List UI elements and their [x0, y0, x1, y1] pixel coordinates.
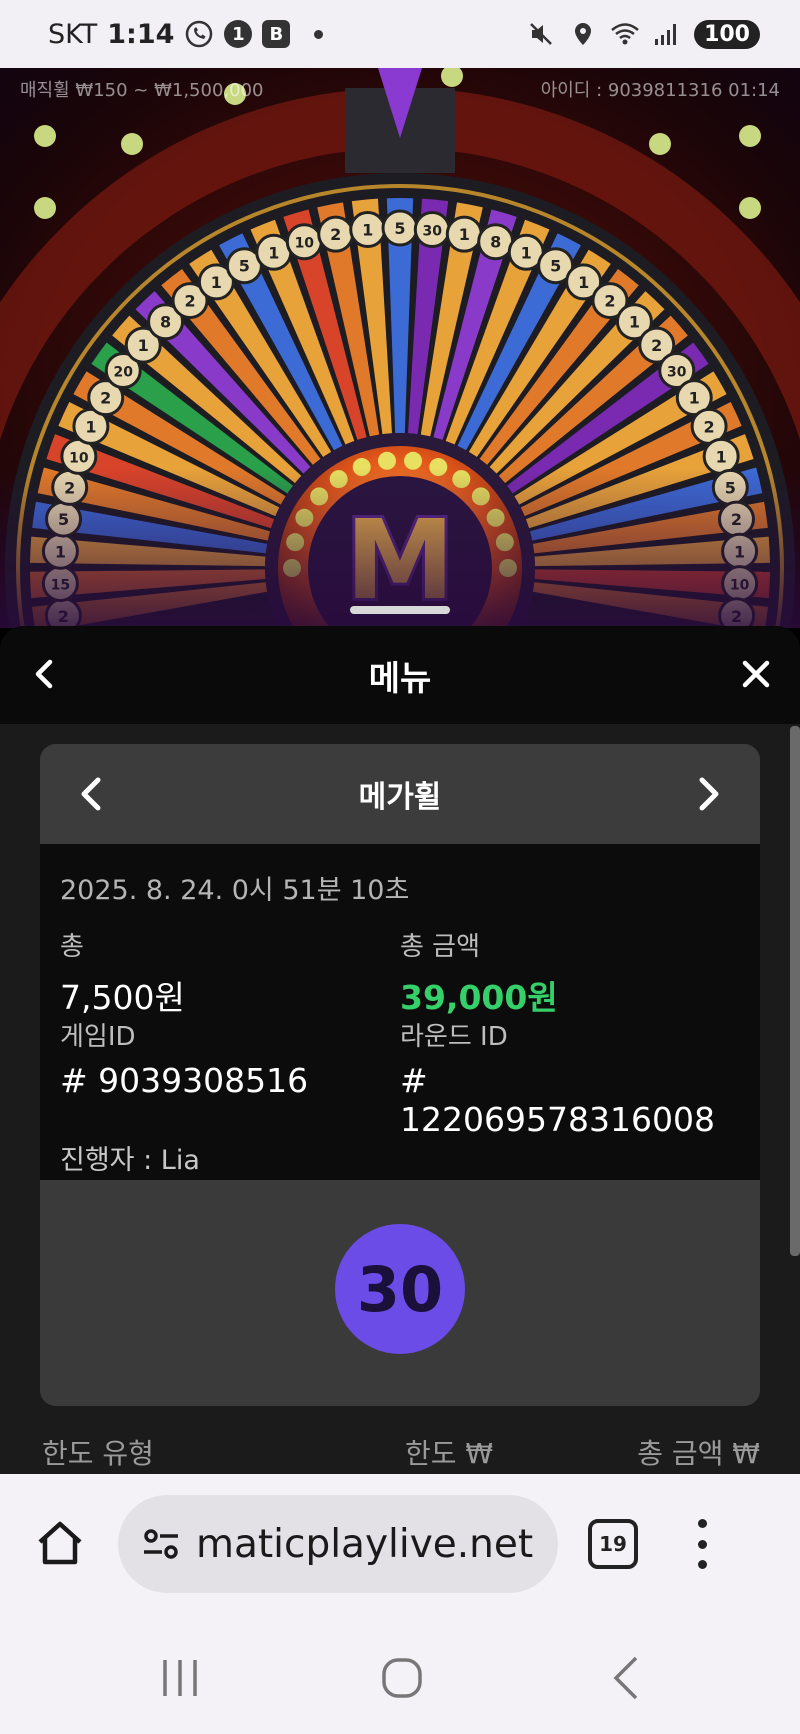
history-nav: 메가휠 — [40, 744, 760, 844]
site-settings-icon[interactable] — [138, 1521, 184, 1567]
total-bet-value: 7,500원 — [60, 978, 185, 1017]
limit-type-header: 한도 유형 — [42, 1437, 154, 1470]
wheel-segment-label: 1 — [689, 389, 700, 408]
bet-range-label: 매직휠 ₩150 ~ ₩1,500,000 — [20, 80, 264, 101]
wheel-segment-label: 30 — [667, 364, 687, 380]
wheel-segment-label: 5 — [394, 219, 405, 238]
wheel-segment-label: 20 — [114, 364, 134, 380]
game-id-label: 게임ID — [60, 1022, 136, 1052]
previous-round-chevron-icon[interactable] — [70, 772, 114, 816]
battery-level: 100 — [694, 19, 760, 49]
phone-call-icon — [184, 19, 214, 49]
wifi-icon — [610, 19, 640, 49]
total-bet-label: 총 — [60, 932, 84, 962]
total-amount-label: 총 금액 — [400, 932, 481, 962]
more-options-icon[interactable] — [692, 1519, 712, 1569]
wheel-segment-label: 1 — [268, 243, 279, 262]
total-amount-value: 39,000원 — [400, 978, 558, 1017]
location-icon — [568, 19, 598, 49]
tab-switcher-button[interactable]: 19 — [588, 1519, 638, 1569]
round-id-label: 라운드 ID — [400, 1022, 508, 1052]
round-details: 2025. 8. 24. 0시 51분 10초 총 7,500원 총 금액 39… — [40, 844, 760, 1180]
home-button-icon[interactable] — [372, 1648, 432, 1708]
wheel-segment-label: 30 — [423, 224, 443, 240]
mega-wheel: 2151521012201821511021530181512123012152… — [0, 68, 800, 628]
clock: 1:14 — [107, 18, 175, 50]
wheel-segment-label: 1 — [362, 221, 373, 240]
stage-light — [441, 68, 463, 87]
round-result: 30 — [40, 1180, 760, 1406]
back-chevron-icon[interactable] — [24, 654, 64, 694]
back-button-icon[interactable] — [598, 1648, 658, 1708]
wheel-segment-label: 5 — [550, 257, 561, 276]
status-bar: SKT 1:14 1 B 100 — [0, 0, 800, 68]
game-name: 메가휠 — [358, 780, 442, 815]
mega-wheel-game-view: 2151521012201821511021530181512123012152… — [0, 68, 800, 628]
wheel-segment-label: 1 — [578, 273, 589, 292]
wheel-segment-label: 2 — [704, 417, 715, 436]
stage-light — [739, 125, 761, 147]
wheel-segment-label: 2 — [330, 225, 341, 244]
notification-badge-icon: 1 — [224, 20, 253, 48]
wheel-segment-label: 2 — [100, 389, 111, 408]
more-notifications-dot-icon — [314, 29, 324, 39]
wheel-segment-label: 2 — [651, 336, 662, 355]
wheel-segment-label: 1 — [521, 243, 532, 262]
wheel-segment-label: 1 — [629, 313, 640, 332]
menu-title: 메뉴 — [368, 658, 432, 699]
user-id-label: 아이디 : 9039811316 01:14 — [540, 80, 780, 101]
hub-light — [404, 451, 423, 470]
wheel-segment-label: 1 — [85, 417, 96, 436]
wheel-segment-label: 2 — [184, 292, 195, 311]
wheel-segment-label: 5 — [239, 257, 250, 276]
stage-light — [739, 197, 761, 219]
wheel-segment-label: 8 — [490, 233, 501, 252]
stage-light — [34, 125, 56, 147]
stage-light — [34, 197, 56, 219]
wheel-segment-label: 10 — [69, 450, 89, 466]
result-number-badge: 30 — [335, 1224, 465, 1354]
url-text: maticplaylive.net — [196, 1521, 534, 1567]
bet-history-card: 메가휠 2025. 8. 24. 0시 51분 10초 총 7,500원 총 금… — [40, 744, 760, 1406]
round-datetime: 2025. 8. 24. 0시 51분 10초 — [60, 875, 410, 906]
round-id-value: # 122069578316008 — [400, 1061, 715, 1139]
menu-header: 메뉴 — [0, 626, 800, 724]
panel-scrollbar[interactable] — [790, 726, 800, 1256]
game-id-value: # 9039308516 — [60, 1061, 309, 1100]
wheel-segment-label: 1 — [459, 225, 470, 244]
wheel-segment-label: 8 — [160, 313, 171, 332]
total-amount-header: 총 금액 ₩ — [637, 1437, 760, 1470]
wheel-segment-label: 1 — [138, 336, 149, 355]
carrier-label: SKT — [48, 18, 98, 50]
dealer-name: 진행자 : Lia — [60, 1145, 200, 1176]
recent-apps-icon[interactable] — [150, 1648, 210, 1708]
address-bar[interactable]: maticplaylive.net — [118, 1495, 558, 1593]
limits-table-header: 한도 유형 한도 ₩ 총 금액 ₩ — [0, 1432, 800, 1472]
mute-icon — [526, 19, 556, 49]
signal-icon — [652, 19, 682, 49]
next-round-chevron-icon[interactable] — [686, 772, 730, 816]
band-app-icon: B — [262, 20, 291, 48]
wheel-segment-label: 1 — [716, 447, 727, 466]
wheel-segment-label: 10 — [295, 236, 315, 252]
stage-light — [121, 133, 143, 155]
hub-light — [377, 451, 396, 470]
menu-panel: 메뉴 메가휠 2025. 8. 24. 0시 51분 10초 총 7,500원 — [0, 626, 800, 1474]
close-icon[interactable] — [736, 654, 776, 694]
wheel-segment-label: 1 — [211, 273, 222, 292]
sheet-grab-handle[interactable] — [350, 606, 450, 614]
wheel-segment-label: 2 — [604, 292, 615, 311]
browser-toolbar: maticplaylive.net 19 — [0, 1474, 800, 1614]
limit-header: 한도 ₩ — [405, 1437, 494, 1470]
home-icon[interactable] — [20, 1504, 100, 1584]
stage-light — [649, 133, 671, 155]
system-nav-bar — [0, 1614, 800, 1734]
